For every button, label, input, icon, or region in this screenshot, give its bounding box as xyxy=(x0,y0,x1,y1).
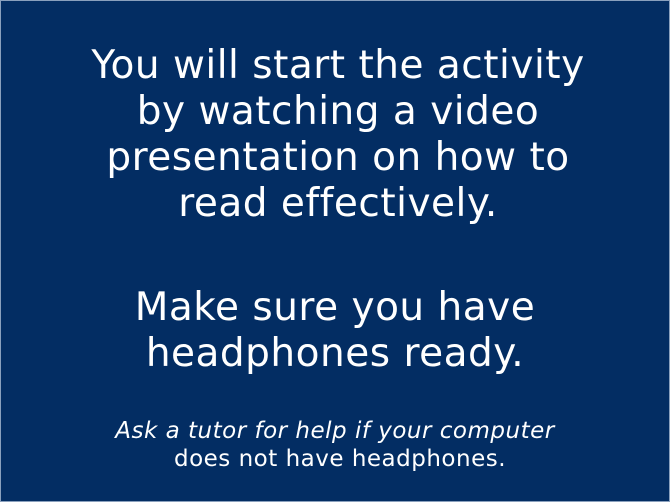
intro-paragraph: You will start the activity by watching … xyxy=(1,43,669,227)
intro-line: read effectively. xyxy=(178,181,498,226)
reminder-line: Make sure you have xyxy=(134,285,536,330)
intro-line: presentation on how to xyxy=(106,135,570,180)
headphones-reminder: Make sure you have headphones ready. xyxy=(1,285,669,377)
help-line: does not have headphones. xyxy=(173,446,507,472)
reminder-line: headphones ready. xyxy=(145,331,525,376)
help-line: Ask a tutor for help if your computer xyxy=(115,418,555,444)
help-note: Ask a tutor for help if your computer do… xyxy=(1,417,669,473)
intro-line: You will start the activity xyxy=(91,43,585,88)
presentation-slide: You will start the activity by watching … xyxy=(0,0,670,502)
intro-line: by watching a video xyxy=(136,89,540,134)
